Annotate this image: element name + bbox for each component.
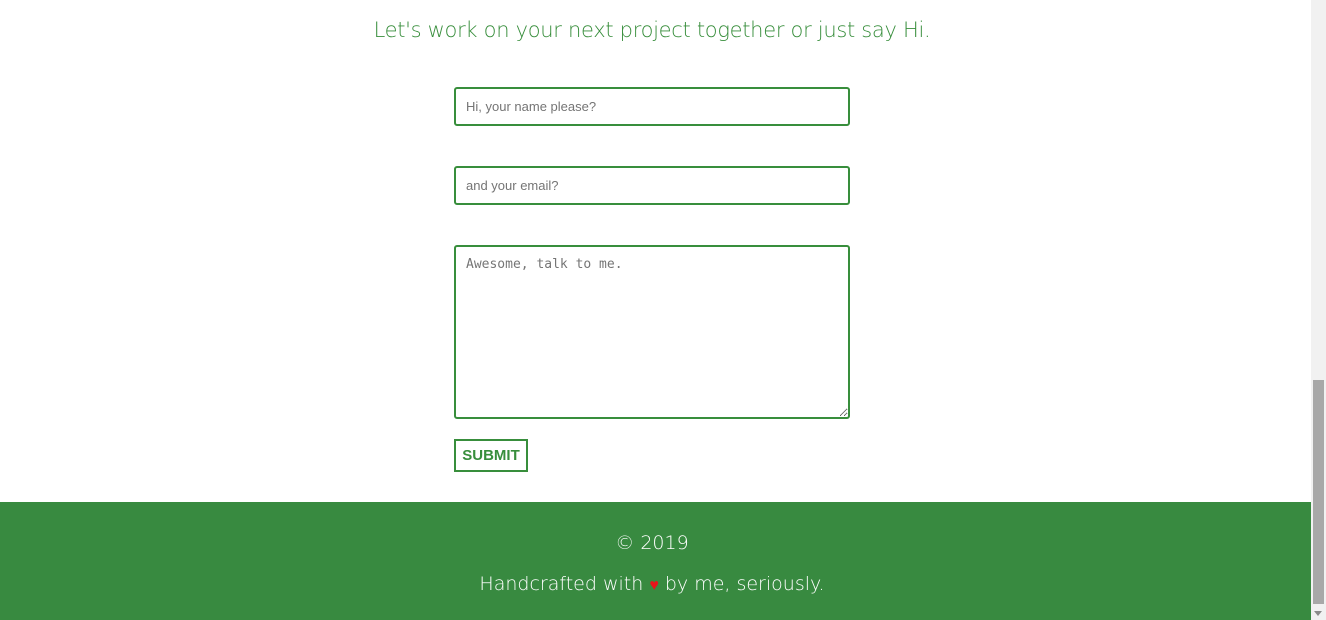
credit-prefix: Handcrafted with — [479, 573, 650, 595]
submit-button[interactable]: SUBMIT — [454, 439, 528, 472]
page: Let's work on your next project together… — [0, 0, 1311, 620]
email-input[interactable] — [454, 166, 850, 205]
name-input[interactable] — [454, 87, 850, 126]
message-textarea[interactable] — [454, 245, 850, 419]
footer: © 2019 Handcrafted with ♥ by me, serious… — [0, 502, 1311, 620]
scrollbar-thumb[interactable] — [1313, 380, 1324, 604]
credit-suffix: by me, seriously. — [658, 573, 825, 595]
heart-icon: ♥ — [649, 575, 659, 594]
copyright-text: © 2019 — [615, 532, 689, 554]
credit-text: Handcrafted with ♥ by me, seriously. — [0, 573, 1304, 595]
contact-heading: Let's work on your next project together… — [373, 18, 931, 42]
vertical-scrollbar[interactable] — [1311, 0, 1326, 620]
scroll-down-arrow-icon[interactable] — [1314, 611, 1322, 616]
